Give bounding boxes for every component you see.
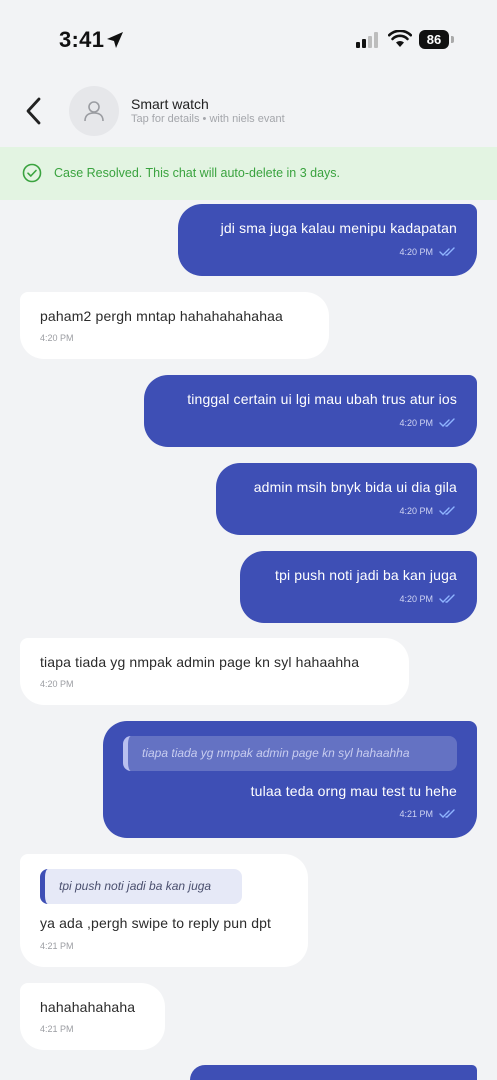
message-text: tpi push noti jadi ba kan juga (275, 567, 457, 583)
back-chevron-icon[interactable] (20, 94, 50, 128)
message-meta: 4:21 PM (399, 809, 457, 819)
message-time: 4:20 PM (399, 594, 433, 604)
message-bubble-incoming-reply[interactable]: tpi push noti jadi ba kan juga ya ada ,p… (20, 854, 308, 967)
message-text: tinggal certain ui lgi mau ubah trus atu… (187, 391, 457, 407)
user-icon (84, 101, 104, 122)
battery-level: 86 (419, 30, 449, 49)
case-resolved-banner: Case Resolved. This chat will auto-delet… (0, 147, 497, 200)
message-bubble-incoming[interactable]: tiapa tiada yg nmpak admin page kn syl h… (20, 638, 409, 705)
message-bubble-outgoing-partial[interactable] (190, 1065, 477, 1080)
message-meta: 4:20 PM (399, 594, 457, 604)
message-time: 4:20 PM (399, 506, 433, 516)
message-bubble-outgoing[interactable]: tpi push noti jadi ba kan juga 4:20 PM (240, 551, 477, 623)
check-circle-icon (22, 163, 42, 183)
message-text: ya ada ,pergh swipe to reply pun dpt (40, 915, 272, 931)
message-time: 4:20 PM (399, 247, 433, 257)
message-bubble-outgoing-reply[interactable]: tiapa tiada yg nmpak admin page kn syl h… (103, 721, 477, 838)
message-text: hahahahahaha (40, 999, 136, 1015)
message-bubble-outgoing[interactable]: jdi sma juga kalau menipu kadapatan 4:20… (178, 204, 477, 276)
message-meta: 4:20 PM (399, 506, 457, 516)
message-time: 4:21 PM (399, 809, 433, 819)
read-ticks-icon (439, 418, 455, 427)
message-text: tiapa tiada yg nmpak admin page kn syl h… (40, 654, 360, 670)
message-bubble-incoming[interactable]: paham2 pergh mntap hahahahahahaa 4:20 PM (20, 292, 329, 359)
message-time: 4:20 PM (40, 679, 74, 689)
message-time: 4:20 PM (399, 418, 433, 428)
message-bubble-incoming[interactable]: hahahahahaha 4:21 PM (20, 983, 165, 1050)
message-time: 4:21 PM (40, 1024, 74, 1034)
message-meta: 4:20 PM (399, 247, 457, 257)
read-ticks-icon (439, 809, 455, 818)
status-time: 3:41 (59, 27, 105, 52)
chat-subtitle[interactable]: Tap for details • with niels evant (131, 113, 285, 125)
read-ticks-icon (439, 247, 455, 256)
quoted-message[interactable]: tpi push noti jadi ba kan juga (40, 869, 242, 904)
cellular-signal-icon (356, 32, 378, 48)
battery-indicator: 86 (419, 30, 455, 49)
message-bubble-outgoing[interactable]: admin msih bnyk bida ui dia gila 4:20 PM (216, 463, 477, 535)
message-time: 4:21 PM (40, 941, 74, 951)
message-text: jdi sma juga kalau menipu kadapatan (220, 220, 457, 236)
message-bubble-outgoing[interactable]: tinggal certain ui lgi mau ubah trus atu… (144, 375, 477, 447)
banner-text: Case Resolved. This chat will auto-delet… (54, 166, 341, 180)
read-ticks-icon (439, 594, 455, 603)
location-arrow-icon (107, 32, 123, 48)
chat-header[interactable]: Smart watch Tap for details • with niels… (0, 78, 497, 146)
chat-title[interactable]: Smart watch (131, 96, 209, 112)
message-time: 4:20 PM (40, 333, 74, 343)
read-ticks-icon (439, 506, 455, 515)
quoted-message[interactable]: tiapa tiada yg nmpak admin page kn syl h… (123, 736, 457, 771)
battery-cap (451, 36, 454, 43)
message-text: admin msih bnyk bida ui dia gila (253, 479, 457, 495)
message-text: tulaa teda orng mau test tu hehe (250, 783, 457, 799)
message-meta: 4:20 PM (399, 418, 457, 428)
wifi-icon (388, 30, 412, 47)
status-bar: 3:41 86 (0, 0, 497, 78)
avatar[interactable] (69, 86, 119, 136)
message-text: paham2 pergh mntap hahahahahahaa (40, 308, 283, 324)
